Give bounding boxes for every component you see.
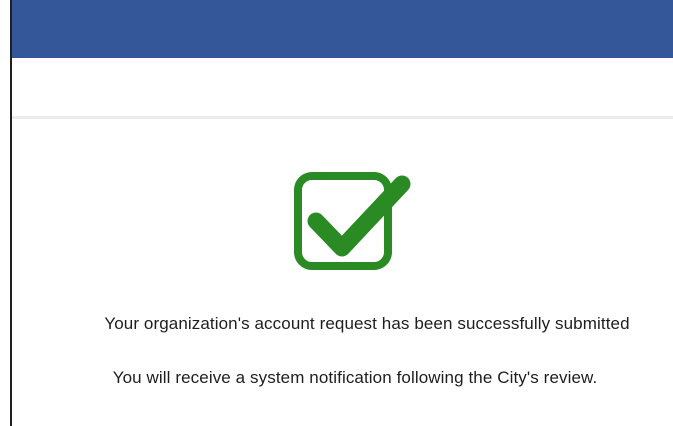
confirmation-panel: Your organization's account request has … <box>12 119 673 426</box>
top-navigation-bar <box>12 0 673 58</box>
success-message: Your organization's account request has … <box>104 314 630 333</box>
checkmark-success-icon <box>294 172 411 270</box>
review-notice: You will receive a system notification f… <box>112 368 598 387</box>
page-subheader <box>12 58 673 116</box>
app-window: Your organization's account request has … <box>10 0 673 426</box>
